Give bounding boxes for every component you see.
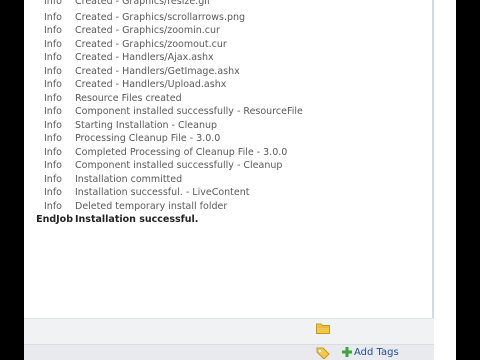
log-type: Info [44, 187, 62, 198]
tag-icon [316, 347, 330, 359]
log-row: Info Component installed successfully - … [24, 159, 432, 172]
log-message: Installation successful. - LiveContent [75, 187, 250, 198]
log-type: Info [44, 133, 62, 144]
log-row: Info Created - Handlers/Ajax.ashx [24, 51, 432, 64]
log-row: Info Created - Graphics/resize.gif [24, 0, 432, 8]
log-message: Created - Handlers/Ajax.ashx [75, 52, 214, 63]
log-type: Info [44, 39, 62, 50]
left-letterbox [0, 0, 24, 360]
log-type: Info [44, 66, 62, 77]
log-row: Info Starting Installation - Cleanup [24, 119, 432, 132]
folder-icon[interactable] [316, 322, 330, 334]
install-log-screen: Info Created - Graphics/resize.gif Info … [0, 0, 480, 360]
log-type: Info [44, 25, 62, 36]
log-message: Resource Files created [75, 93, 182, 104]
install-log: Info Created - Graphics/resize.gif Info … [24, 0, 432, 318]
log-message: Created - Graphics/zoomin.cur [75, 25, 220, 36]
add-tags-label: Add Tags [354, 346, 399, 358]
log-type: Info [44, 52, 62, 63]
log-message: Processing Cleanup File - 3.0.0 [75, 133, 221, 144]
log-type: EndJob [36, 214, 73, 225]
log-message: Created - Handlers/GetImage.ashx [75, 66, 240, 77]
log-message: Component installed successfully - Resou… [75, 106, 303, 117]
log-type: Info [44, 160, 62, 171]
log-row: Info Created - Handlers/GetImage.ashx [24, 65, 432, 78]
log-message: Starting Installation - Cleanup [75, 120, 218, 131]
log-type: Info [44, 0, 62, 7]
right-letterbox [456, 0, 480, 360]
log-type: Info [44, 93, 62, 104]
log-type: Info [44, 120, 62, 131]
log-row: Info Created - Graphics/zoomout.cur [24, 38, 432, 51]
panel-right-border [432, 0, 434, 345]
log-message: Created - Graphics/zoomout.cur [75, 39, 227, 50]
log-type: Info [44, 79, 62, 90]
log-row: Info Deleted temporary install folder [24, 200, 432, 213]
log-type: Info [44, 147, 62, 158]
log-type: Info [44, 174, 62, 185]
log-row: Info Resource Files created [24, 92, 432, 105]
log-message: Installation committed [75, 174, 183, 185]
log-message: Component installed successfully - Clean… [75, 160, 283, 171]
log-type: Info [44, 12, 62, 23]
plus-icon [342, 347, 352, 357]
log-row: Info Installation successful. - LiveCont… [24, 186, 432, 199]
log-message: Created - Graphics/scrollarrows.png [75, 12, 246, 23]
log-row-final: EndJob Installation successful. [24, 213, 432, 226]
log-row: Info Completed Processing of Cleanup Fil… [24, 146, 432, 159]
log-row: Info Created - Handlers/Upload.ashx [24, 78, 432, 91]
log-message: Deleted temporary install folder [75, 201, 228, 212]
log-message: Created - Handlers/Upload.ashx [75, 79, 227, 90]
log-type: Info [44, 106, 62, 117]
log-type: Info [44, 201, 62, 212]
add-tags-button[interactable]: Add Tags [342, 344, 399, 360]
log-row: Info Created - Graphics/zoomin.cur [24, 24, 432, 37]
log-row: Info Component installed successfully - … [24, 105, 432, 118]
log-row: Info Processing Cleanup File - 3.0.0 [24, 132, 432, 145]
log-message: Completed Processing of Cleanup File - 3… [75, 147, 288, 158]
log-message: Created - Graphics/resize.gif [75, 0, 211, 7]
log-row: Info Installation committed [24, 173, 432, 186]
log-message: Installation successful. [75, 214, 199, 225]
log-row: Info Created - Graphics/scrollarrows.png [24, 11, 432, 24]
